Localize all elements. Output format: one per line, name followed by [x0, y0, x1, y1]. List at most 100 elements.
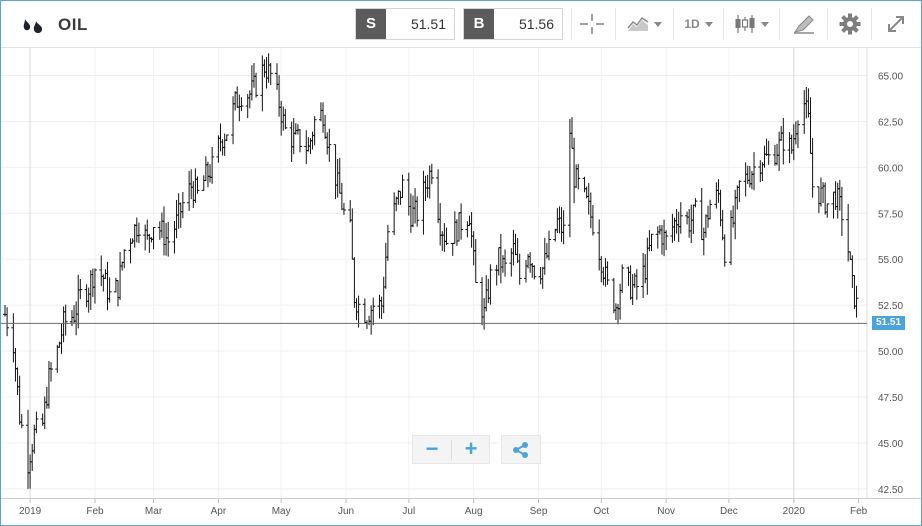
ohlc-bar	[540, 266, 545, 289]
ohlc-bar	[306, 137, 311, 152]
expand-button[interactable]	[871, 8, 919, 40]
ohlc-bar	[398, 190, 403, 205]
ohlc-bar	[588, 192, 593, 229]
ohlc-bar	[616, 304, 621, 325]
ohlc-bar	[852, 275, 857, 309]
zoom-out-button[interactable]: −	[413, 436, 451, 463]
ohlc-bar	[772, 144, 777, 166]
ohlc-bar	[749, 171, 754, 190]
ohlc-bar	[705, 205, 710, 228]
ohlc-bar	[766, 140, 771, 165]
sell-tag: S	[356, 9, 386, 39]
ohlc-bar	[107, 277, 112, 303]
ohlc-bar	[180, 191, 185, 219]
share-button[interactable]	[501, 435, 541, 464]
ohlc-bar	[34, 411, 39, 434]
drawing-tools-icon	[793, 15, 814, 34]
ohlc-bar	[691, 204, 696, 234]
x-tick-label: Mar	[145, 506, 163, 517]
crosshair-button[interactable]	[571, 8, 611, 40]
sell-button[interactable]: S 51.51	[355, 8, 455, 40]
ohlc-bar	[498, 233, 503, 284]
ohlc-bar	[191, 181, 196, 209]
ohlc-bar	[339, 182, 344, 211]
x-tick-label: Jul	[402, 506, 415, 517]
ohlc-bar	[394, 196, 399, 212]
ohlc-bar	[703, 214, 708, 238]
ohlc-bar	[532, 265, 537, 280]
ohlc-bar	[789, 134, 794, 154]
ohlc-bar	[26, 409, 31, 489]
ohlc-bar	[78, 279, 83, 300]
ohlc-bar	[538, 266, 543, 285]
ohlc-bar	[752, 152, 757, 191]
ohlc-bar	[473, 239, 478, 284]
ohlc-bar	[260, 55, 265, 112]
buy-button[interactable]: B 51.56	[463, 8, 563, 40]
ohlc-bar	[670, 213, 675, 243]
settings-button[interactable]	[827, 8, 871, 40]
ohlc-bar	[745, 165, 750, 185]
ohlc-bar	[356, 295, 361, 328]
ohlc-bar	[88, 270, 93, 310]
ohlc-bar	[421, 170, 426, 235]
ohlc-bar	[350, 208, 355, 260]
ohlc-bar	[632, 273, 637, 288]
ohlc-bar	[781, 117, 786, 165]
ohlc-bar	[304, 130, 309, 165]
ohlc-bar	[86, 287, 91, 313]
ohlc-bar	[101, 274, 106, 292]
chart-grid	[1, 48, 868, 498]
crosshair-icon	[579, 14, 604, 34]
ohlc-bar	[429, 163, 434, 185]
chart-type-dropdown[interactable]	[615, 8, 673, 40]
ohlc-bar	[369, 305, 374, 335]
ohlc-bar	[833, 181, 838, 211]
ohlc-bar	[758, 160, 763, 183]
ohlc-bar	[561, 210, 566, 245]
ohlc-bar	[482, 298, 487, 330]
ohlc-bar	[15, 367, 20, 396]
ohlc-bar	[503, 249, 508, 277]
ohlc-bar	[582, 176, 587, 193]
ohlc-bar	[279, 100, 284, 136]
x-tick-label: 2019	[19, 506, 42, 517]
ohlc-bar	[333, 144, 338, 200]
x-tick-label: Apr	[211, 506, 227, 517]
ohlc-bar	[823, 182, 828, 215]
ohlc-bar	[787, 132, 792, 164]
gear-icon	[839, 13, 860, 35]
ohlc-bar	[383, 242, 388, 289]
ohlc-bar	[310, 131, 315, 150]
ohlc-bar	[806, 88, 811, 118]
ohlc-bar	[55, 344, 60, 373]
x-tick-label: Oct	[594, 506, 610, 517]
price-chart[interactable]: 65.00 62.50 60.00 57.50 55.00 52.50 50.00 47.50…	[1, 48, 921, 498]
interval-dropdown[interactable]: 1D	[673, 8, 723, 40]
drawing-tools-button[interactable]	[779, 8, 827, 40]
candle-style-dropdown[interactable]	[723, 8, 779, 40]
ohlc-bar	[649, 233, 654, 252]
y-tick-label: 60.00	[878, 163, 903, 174]
ohlc-bar	[72, 305, 77, 324]
ohlc-bar	[224, 134, 229, 142]
ohlc-bar	[647, 230, 652, 252]
ohlc-bar	[546, 230, 551, 261]
ohlc-bar	[318, 102, 323, 122]
ohlc-bar	[729, 210, 734, 266]
y-tick-label: 42.50	[878, 485, 903, 496]
ohlc-bar	[816, 186, 821, 214]
ohlc-bar	[268, 62, 273, 86]
ohlc-bar	[46, 360, 51, 409]
buy-price: 51.56	[518, 16, 554, 32]
ohlc-bar	[601, 266, 606, 286]
ohlc-bars	[3, 53, 859, 489]
ohlc-bar	[511, 229, 516, 266]
ohlc-bar	[425, 174, 430, 198]
zoom-in-button[interactable]: +	[452, 436, 490, 463]
ohlc-bar	[486, 278, 491, 304]
ohlc-bar	[187, 170, 192, 212]
ohlc-bar	[513, 233, 518, 256]
ohlc-bar	[699, 188, 704, 241]
ohlc-bar	[605, 261, 610, 285]
